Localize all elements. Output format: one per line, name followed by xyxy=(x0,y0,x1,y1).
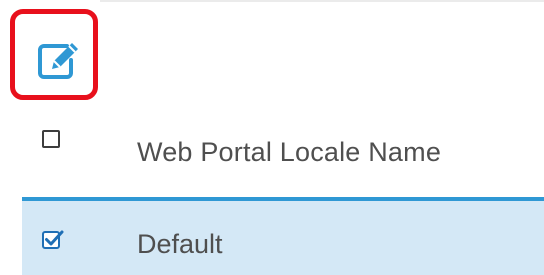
table-header-row: Web Portal Locale Name xyxy=(22,117,544,197)
column-header-locale-name[interactable]: Web Portal Locale Name xyxy=(137,137,441,168)
web-portal-locale-page: Web Portal Locale Name Default xyxy=(0,0,544,275)
row-checkbox-checked[interactable] xyxy=(42,229,64,249)
table-row[interactable]: Default xyxy=(22,201,544,275)
edit-pencil-icon xyxy=(38,43,78,79)
locale-name-cell: Default xyxy=(137,229,223,259)
top-divider xyxy=(100,0,544,2)
edit-button[interactable] xyxy=(37,40,81,80)
checkmark-icon xyxy=(42,230,64,249)
select-all-checkbox[interactable] xyxy=(42,130,60,148)
